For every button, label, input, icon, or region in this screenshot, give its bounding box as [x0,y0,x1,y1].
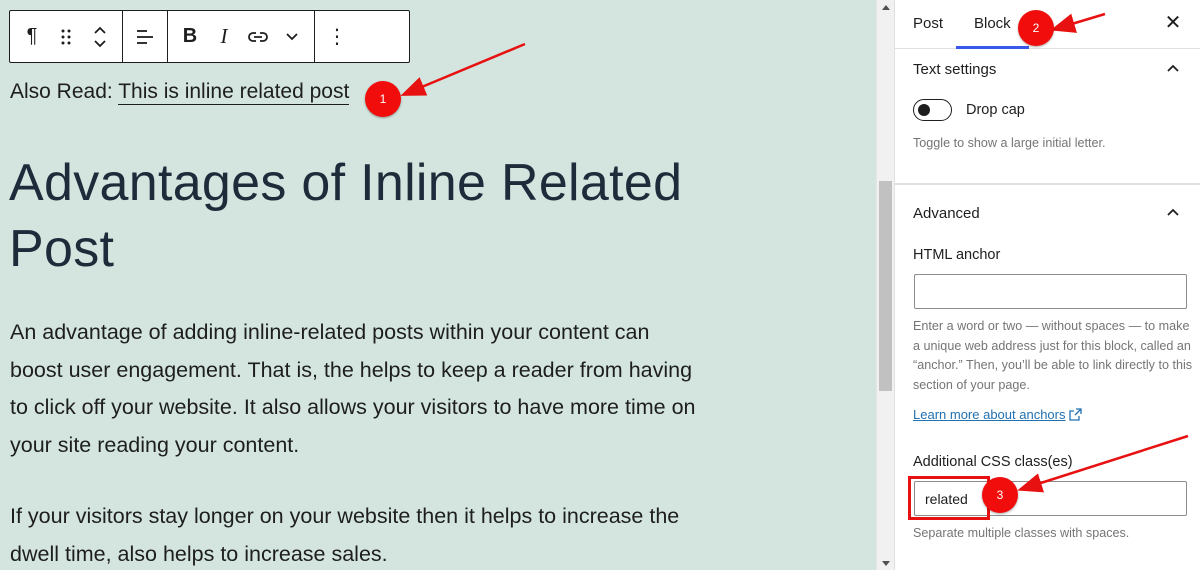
scrollbar-thumb[interactable] [879,181,892,391]
paragraph-block-2[interactable]: If your visitors stay longer on your web… [10,498,700,570]
also-read-prefix: Also Read: [10,80,113,103]
annotation-badge-3: 3 [982,477,1018,513]
post-heading[interactable]: Advantages of Inline Related Post [9,150,749,282]
chevron-up-icon[interactable] [1165,61,1181,77]
bold-icon[interactable]: B [174,19,206,55]
panel-text-settings-header[interactable]: Text settings [895,49,1200,89]
css-classes-label: Additional CSS class(es) [913,454,1073,470]
scroll-down-arrow-icon[interactable] [882,561,890,566]
css-classes-help: Separate multiple classes with spaces. [913,526,1130,540]
chevron-up-icon[interactable] [1165,205,1181,221]
heading-line-2: Post [9,220,115,278]
annotation-badge-2: 2 [1018,10,1054,46]
tab-post[interactable]: Post [895,0,961,48]
drop-cap-toggle[interactable] [913,99,952,121]
panel-title-advanced[interactable]: Advanced [913,205,980,222]
editor-scrollbar[interactable] [876,0,894,570]
italic-icon[interactable]: I [208,19,240,55]
learn-more-label: Learn more about anchors [913,407,1066,422]
drop-cap-label: Drop cap [966,102,1025,118]
toolbar-group-format: B I [168,11,315,62]
external-link-icon [1069,408,1083,421]
block-toolbar: ¶ B I ⋮ [9,10,410,63]
panel-title-text-settings: Text settings [913,61,997,78]
toolbar-group-block: ¶ [10,11,123,62]
drag-handle-icon[interactable] [50,19,82,55]
editor-canvas: ¶ B I ⋮ Also Read: This is inline relate… [0,0,876,570]
inline-related-post-link[interactable]: This is inline related post [118,80,350,105]
css-class-highlight-box [908,476,990,520]
more-formatting-chevron-icon[interactable] [276,19,308,55]
move-up-down-icon[interactable] [84,19,116,55]
heading-line-1: Advantages of Inline Related [9,154,683,212]
html-anchor-help: Enter a word or two — without spaces — t… [913,319,1193,392]
toolbar-group-options: ⋮ [315,11,359,62]
link-icon[interactable] [242,19,274,55]
drop-cap-help: Toggle to show a large initial letter. [913,136,1106,150]
html-anchor-label: HTML anchor [913,247,1001,263]
html-anchor-input[interactable] [914,274,1187,309]
toolbar-group-align [123,11,168,62]
paragraph-block-1[interactable]: An advantage of adding inline-related po… [10,314,700,464]
scroll-up-arrow-icon[interactable] [882,5,890,10]
annotation-badge-1: 1 [365,81,401,117]
options-kebab-icon[interactable]: ⋮ [321,19,353,55]
toggle-knob [918,103,930,116]
align-icon[interactable] [129,19,161,55]
paragraph-icon[interactable]: ¶ [16,19,48,55]
learn-more-anchors-link[interactable]: Learn more about anchors [913,407,1083,422]
also-read-line: Also Read: This is inline related post [10,80,350,105]
close-icon[interactable]: ✕ [1163,12,1183,34]
